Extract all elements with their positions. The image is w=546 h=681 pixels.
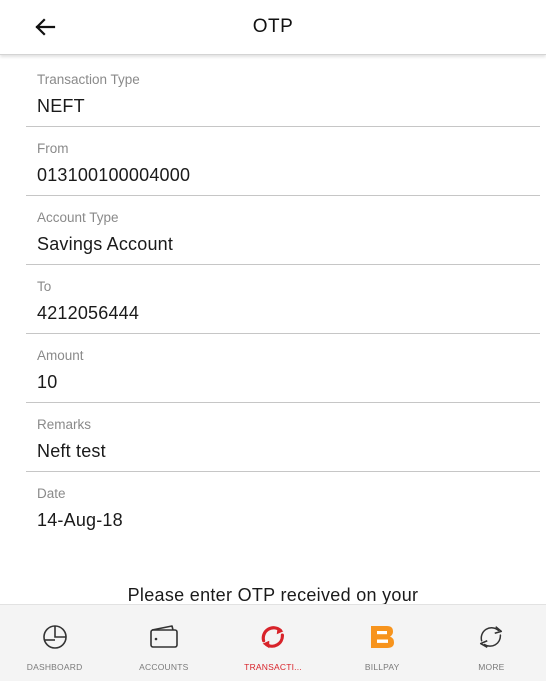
nav-label: ACCOUNTS (139, 662, 189, 672)
transfer-arrows-icon (258, 623, 288, 651)
nav-item-transactions[interactable]: TRANSACTI... (218, 605, 327, 681)
field-transaction-type: Transaction Type NEFT (26, 58, 540, 127)
nav-label: TRANSACTI... (244, 662, 302, 672)
field-value: 14-Aug-18 (37, 510, 123, 530)
field-value: Savings Account (37, 234, 174, 254)
nav-label: DASHBOARD (26, 662, 83, 672)
bottom-nav: DASHBOARD ACCOUNTS TRANSACTI... BILLPAY … (0, 604, 546, 681)
field-value: Neft test (37, 441, 106, 461)
field-label: Remarks (37, 417, 92, 432)
field-label: From (37, 141, 69, 156)
nav-item-accounts[interactable]: ACCOUNTS (109, 605, 218, 681)
field-label: Account Type (37, 210, 119, 225)
field-remarks: Remarks Neft test (26, 403, 540, 472)
billpay-logo-icon (367, 623, 397, 651)
nav-label: MORE (478, 662, 505, 672)
field-account-type: Account Type Savings Account (26, 196, 540, 265)
field-value: 013100100004000 (37, 165, 191, 185)
field-to: To 4212056444 (26, 265, 540, 334)
refresh-arrows-icon (476, 623, 506, 651)
transaction-details: Transaction Type NEFT From 0131001000040… (26, 58, 540, 541)
field-from: From 013100100004000 (26, 127, 540, 196)
nav-label: BILLPAY (364, 662, 400, 672)
wallet-icon (149, 623, 179, 651)
field-value: NEFT (37, 96, 85, 116)
nav-item-more[interactable]: MORE (437, 605, 546, 681)
nav-item-billpay[interactable]: BILLPAY (328, 605, 437, 681)
field-label: Amount (37, 348, 84, 363)
field-label: To (37, 279, 52, 294)
pie-chart-icon (40, 623, 70, 651)
field-amount: Amount 10 (26, 334, 540, 403)
field-label: Date (37, 486, 66, 501)
page-title: OTP (252, 16, 294, 37)
nav-item-dashboard[interactable]: DASHBOARD (0, 605, 109, 681)
field-date: Date 14-Aug-18 (26, 472, 540, 541)
field-label: Transaction Type (37, 72, 140, 87)
field-value: 4212056444 (37, 303, 140, 323)
field-value: 10 (37, 372, 58, 392)
app-bar: OTP (0, 0, 546, 55)
otp-message: Please enter OTP received on your (127, 585, 419, 605)
